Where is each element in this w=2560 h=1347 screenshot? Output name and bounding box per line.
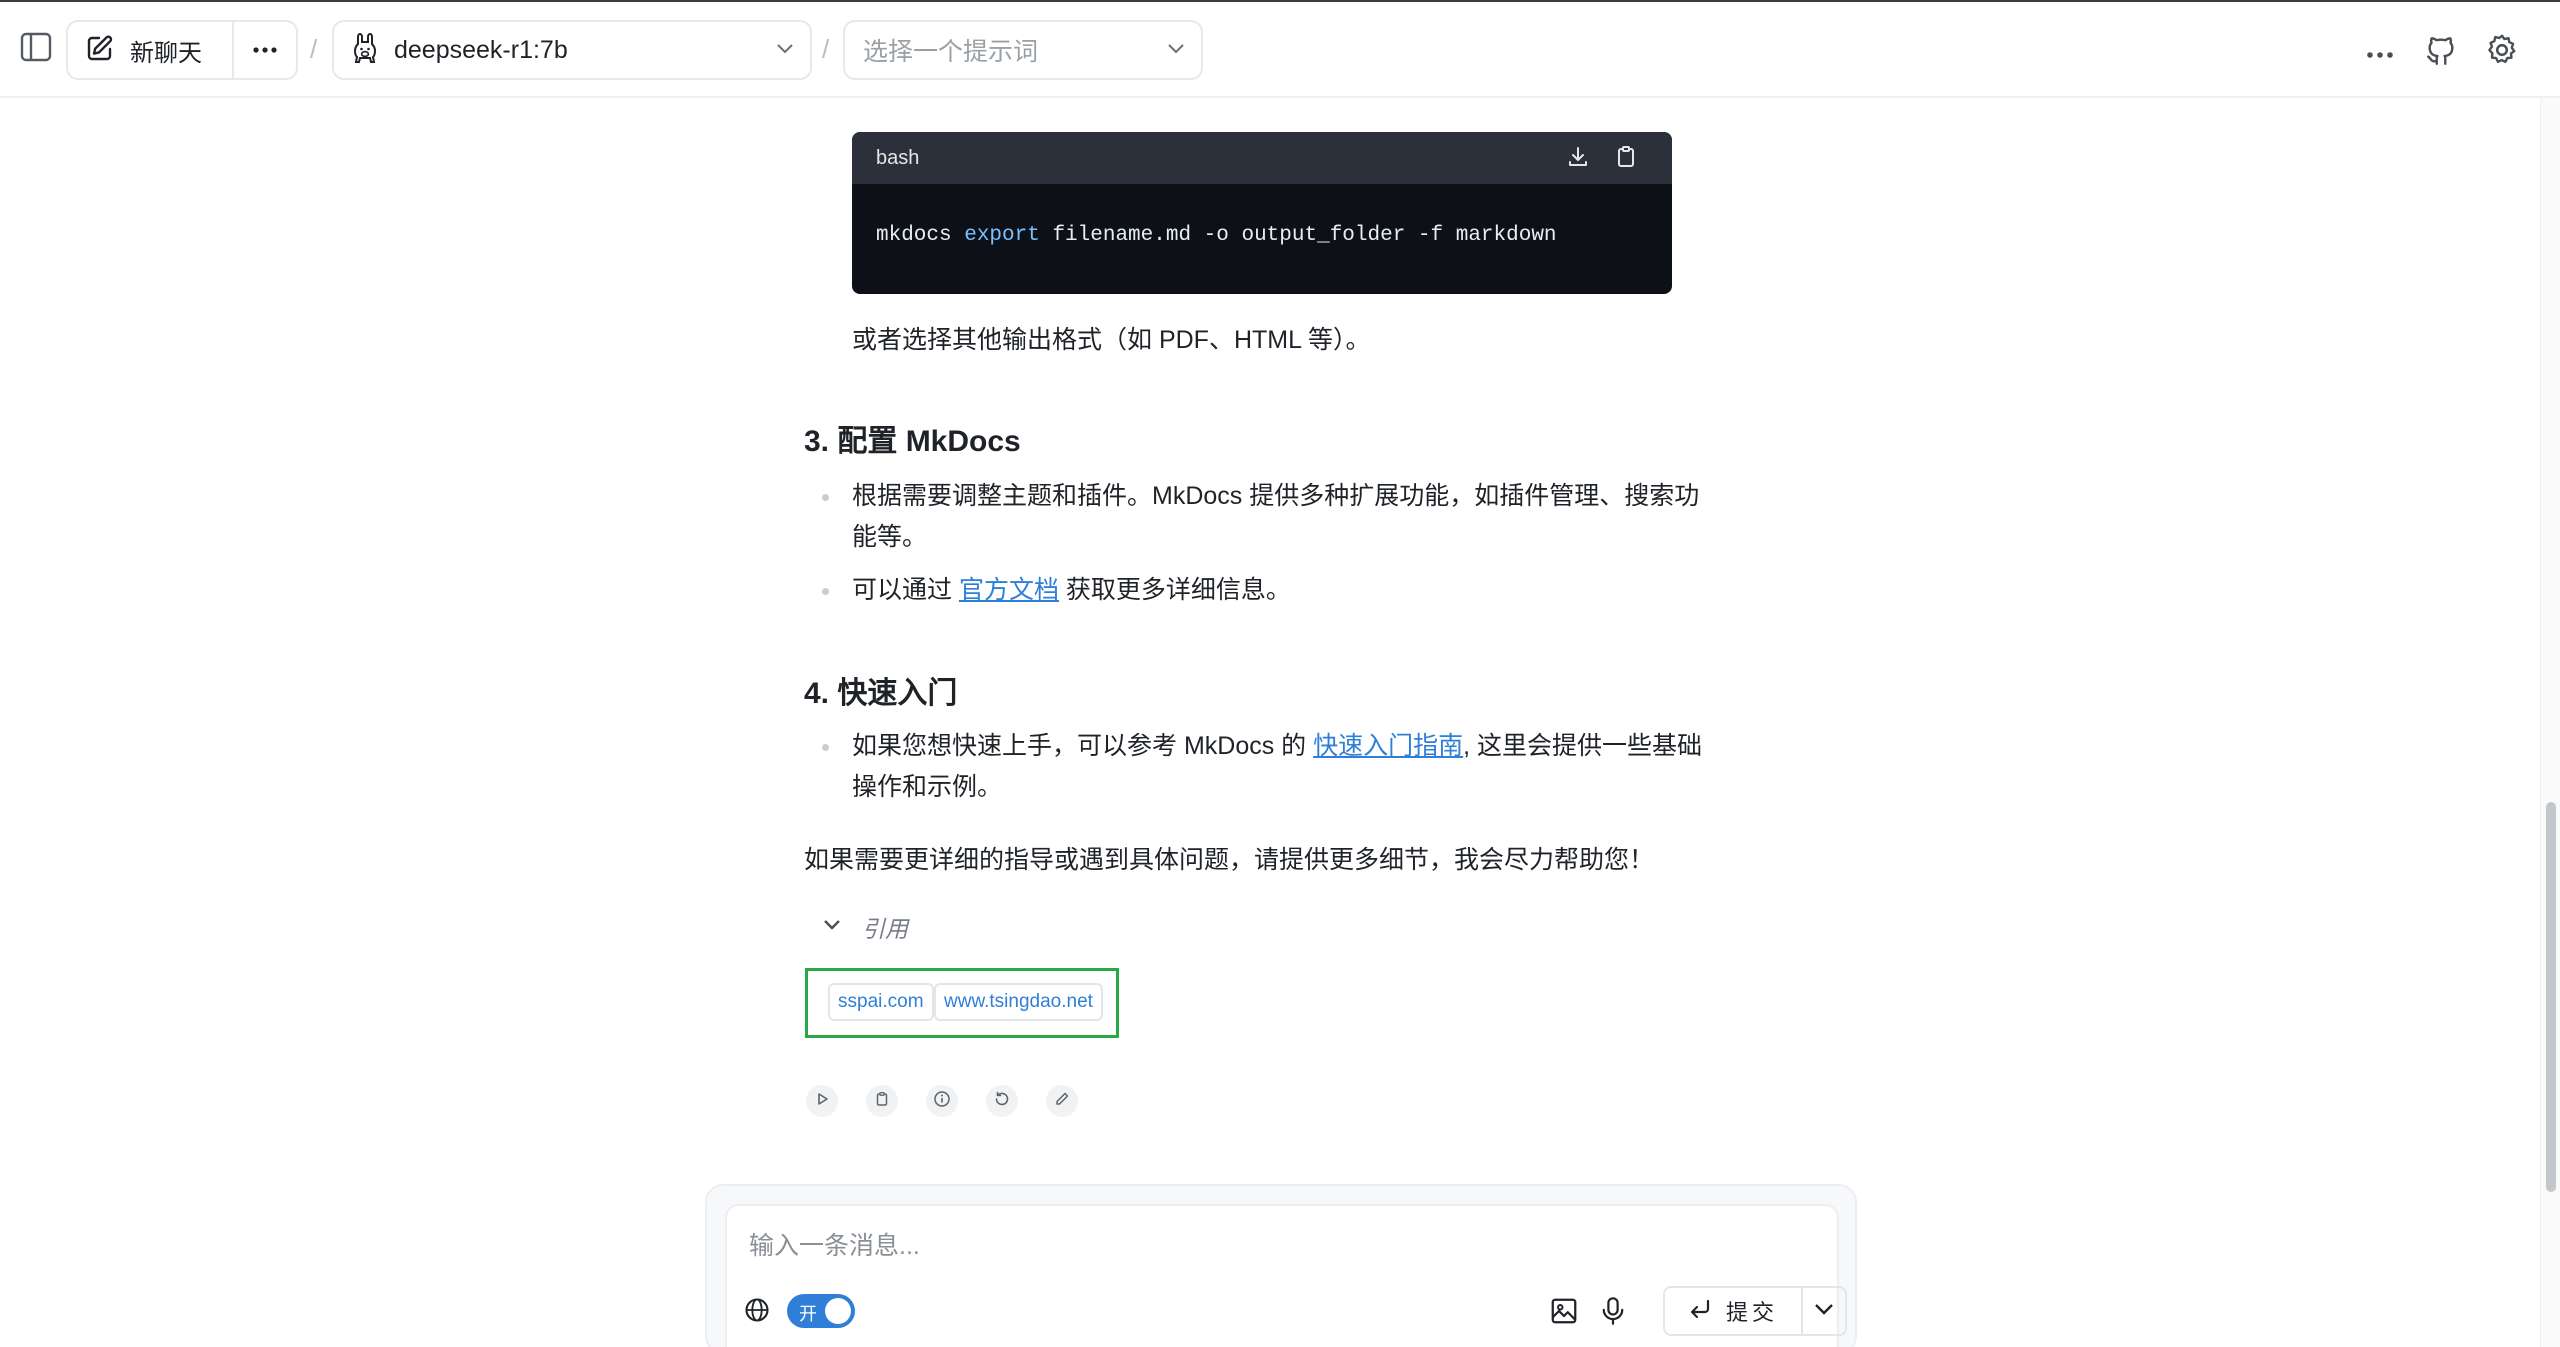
edit-icon xyxy=(86,34,114,67)
list-item-text: 操作和示例。 xyxy=(852,773,1003,801)
new-chat-label: 新聊天 xyxy=(130,39,202,67)
chat-more-button[interactable] xyxy=(234,22,296,78)
list-item-text: , 这里会提供一些基础 xyxy=(1463,732,1703,760)
list-item-text: 如果您想快速上手，可以参考 MkDocs 的 xyxy=(852,732,1314,760)
sidebar-toggle-icon[interactable] xyxy=(20,32,52,62)
list-bullet xyxy=(822,744,829,751)
code-content: mkdocs export filename.md -o output_fold… xyxy=(852,184,1672,247)
prompt-select[interactable]: 选择一个提示词 xyxy=(843,20,1203,80)
chevron-down-icon xyxy=(1813,1302,1835,1321)
edit-message-button[interactable] xyxy=(1046,1085,1078,1117)
chevron-down-icon xyxy=(1167,42,1185,60)
chat-content: bash mkdocs export filename.md -o output… xyxy=(0,98,2540,1347)
regenerate-button[interactable] xyxy=(986,1085,1018,1117)
llama-icon xyxy=(352,32,378,69)
play-button[interactable] xyxy=(806,1085,838,1117)
paragraph-output-format: 或者选择其他输出格式（如 PDF、HTML 等）。 xyxy=(852,326,1371,354)
references-highlight-box: sspai.com www.tsingdao.net xyxy=(805,968,1119,1038)
breadcrumb-separator: / xyxy=(822,34,830,64)
list-item: 可以通过 官方文档 获取更多详细信息。 xyxy=(852,570,1291,611)
composer: 开 提交 xyxy=(705,1184,1857,1347)
model-select[interactable]: deepseek-r1:7b xyxy=(332,20,812,80)
play-icon xyxy=(814,1091,830,1112)
microphone-icon[interactable] xyxy=(1599,1296,1627,1331)
settings-gear-icon[interactable] xyxy=(2484,32,2520,73)
prompt-select-placeholder: 选择一个提示词 xyxy=(863,38,1039,66)
reference-chip[interactable]: sspai.com xyxy=(828,983,934,1021)
pencil-icon xyxy=(1054,1091,1070,1112)
references-toggle[interactable]: 引用 xyxy=(822,910,908,944)
code-token-keyword: export xyxy=(964,224,1040,247)
list-item-text: 根据需要调整主题和插件。MkDocs 提供多种扩展功能，如插件管理、搜索功 xyxy=(852,482,1700,510)
section-heading-3: 3. 配置 MkDocs xyxy=(804,425,1021,458)
info-icon xyxy=(933,1090,951,1113)
toggle-knob xyxy=(825,1298,851,1324)
quick-start-guide-link[interactable]: 快速入门指南 xyxy=(1313,732,1463,760)
chevron-down-icon xyxy=(776,42,794,60)
section-heading-4: 4. 快速入门 xyxy=(804,677,958,710)
more-horizontal-icon xyxy=(252,41,278,59)
official-docs-link[interactable]: 官方文档 xyxy=(959,576,1059,604)
list-item-text: 获取更多详细信息。 xyxy=(1058,576,1291,604)
info-button[interactable] xyxy=(926,1085,958,1117)
enter-icon xyxy=(1688,1298,1712,1325)
chat-group: 新聊天 xyxy=(66,20,298,80)
github-icon[interactable] xyxy=(2424,34,2458,73)
refresh-icon xyxy=(993,1090,1011,1113)
code-token: filename.md -o output_folder -f markdown xyxy=(1039,224,1557,247)
web-search-toggle[interactable]: 开 xyxy=(787,1294,855,1328)
submit-label: 提交 xyxy=(1725,1300,1778,1325)
reference-chip[interactable]: www.tsingdao.net xyxy=(934,983,1103,1021)
clipboard-icon xyxy=(874,1091,890,1112)
web-search-toggle-label: 开 xyxy=(799,1304,817,1324)
list-item-text: 可以通过 xyxy=(852,576,959,604)
model-name: deepseek-r1:7b xyxy=(394,35,568,64)
references-label: 引用 xyxy=(862,916,908,942)
code-token: mkdocs xyxy=(876,224,965,247)
list-item: 如果您想快速上手，可以参考 MkDocs 的 快速入门指南, 这里会提供一些基础 xyxy=(852,726,1702,767)
list-item-text: 能等。 xyxy=(852,523,928,551)
code-block: bash mkdocs export filename.md -o output… xyxy=(852,132,1672,294)
code-language-label: bash xyxy=(876,146,920,169)
download-icon[interactable] xyxy=(1566,145,1590,174)
copy-code-icon[interactable] xyxy=(1614,145,1638,174)
chevron-down-icon xyxy=(822,918,842,937)
composer-box: 开 提交 xyxy=(725,1204,1847,1347)
code-block-header: bash xyxy=(852,132,1672,184)
scrollbar-thumb[interactable] xyxy=(2546,802,2556,1192)
copy-message-button[interactable] xyxy=(866,1085,898,1117)
submit-group: 提交 xyxy=(1663,1286,1847,1336)
list-bullet xyxy=(822,494,829,501)
submit-button[interactable]: 提交 xyxy=(1665,1288,1803,1334)
breadcrumb-separator: / xyxy=(310,34,318,64)
top-bar: 新聊天 / deepseek-r1:7b / 选择一个提示词 xyxy=(0,0,2560,98)
globe-icon[interactable] xyxy=(743,1296,771,1329)
more-options-icon[interactable] xyxy=(2366,46,2394,64)
list-bullet xyxy=(822,588,829,595)
image-upload-icon[interactable] xyxy=(1549,1296,1579,1331)
new-chat-button[interactable]: 新聊天 xyxy=(68,22,234,78)
submit-options-button[interactable] xyxy=(1803,1288,1845,1334)
closing-paragraph: 如果需要更详细的指导或遇到具体问题，请提供更多细节，我会尽力帮助您！ xyxy=(804,846,1655,874)
message-input[interactable] xyxy=(749,1226,1649,1266)
